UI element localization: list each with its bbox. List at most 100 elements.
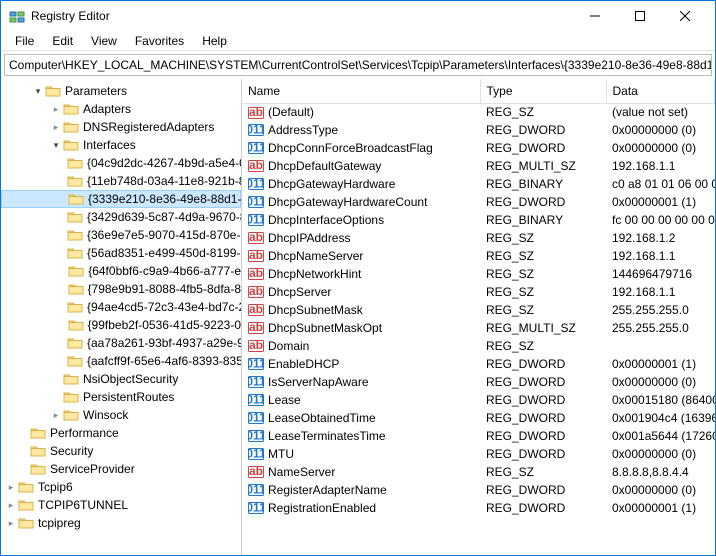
string-value-icon: ab bbox=[248, 339, 264, 353]
tree-item[interactable]: Adapters bbox=[1, 100, 241, 118]
value-type: REG_DWORD bbox=[480, 445, 606, 463]
expand-icon[interactable] bbox=[49, 104, 63, 115]
tree-view[interactable]: ParametersAdaptersDNSRegisteredAdaptersI… bbox=[1, 79, 242, 555]
minimize-button[interactable] bbox=[572, 1, 617, 30]
expand-icon[interactable] bbox=[49, 122, 63, 133]
expand-icon[interactable] bbox=[4, 482, 18, 493]
menu-view[interactable]: View bbox=[83, 32, 125, 50]
value-type: REG_DWORD bbox=[480, 391, 606, 409]
value-data: 192.168.1.1 bbox=[606, 247, 715, 265]
tree-item[interactable]: Security bbox=[1, 442, 241, 460]
value-row[interactable]: 011DhcpInterfaceOptionsREG_BINARYfc 00 0… bbox=[242, 211, 715, 229]
tree-item[interactable]: Winsock bbox=[1, 406, 241, 424]
expand-icon[interactable] bbox=[49, 410, 63, 421]
menu-edit[interactable]: Edit bbox=[44, 32, 81, 50]
tree-horizontal-scrollbar[interactable] bbox=[1, 535, 241, 552]
value-row[interactable]: 011LeaseTerminatesTimeREG_DWORD0x001a564… bbox=[242, 427, 715, 445]
value-row[interactable]: abDhcpIPAddressREG_SZ192.168.1.2 bbox=[242, 229, 715, 247]
value-row[interactable]: 011LeaseObtainedTimeREG_DWORD0x001904c4 … bbox=[242, 409, 715, 427]
expand-icon[interactable] bbox=[4, 500, 18, 511]
tree-item[interactable]: DNSRegisteredAdapters bbox=[1, 118, 241, 136]
tree-item[interactable]: Tcpip6 bbox=[1, 478, 241, 496]
tree-item[interactable]: {04c9d2dc-4267-4b9d-a5e4-0 bbox=[1, 154, 241, 172]
tree-item[interactable]: Interfaces bbox=[1, 136, 241, 154]
value-row[interactable]: abDhcpSubnetMaskREG_SZ255.255.255.0 bbox=[242, 301, 715, 319]
binary-value-icon: 011 bbox=[248, 393, 264, 407]
tree-item[interactable]: {99fbeb2f-0536-41d5-9223-0 bbox=[1, 316, 241, 334]
column-type-header[interactable]: Type bbox=[480, 79, 606, 103]
tree-item[interactable]: {64f0bbf6-c9a9-4b66-a777-e bbox=[1, 262, 241, 280]
menu-favorites[interactable]: Favorites bbox=[127, 32, 192, 50]
value-data: 0x001904c4 (1639620 bbox=[606, 409, 715, 427]
binary-value-icon: 011 bbox=[248, 501, 264, 515]
value-row[interactable]: 011EnableDHCPREG_DWORD0x00000001 (1) bbox=[242, 355, 715, 373]
value-name: DhcpNameServer bbox=[268, 249, 363, 263]
tree-item[interactable]: {36e9e7e5-9070-415d-870e-7 bbox=[1, 226, 241, 244]
column-data-header[interactable]: Data bbox=[606, 79, 715, 103]
folder-icon bbox=[18, 498, 34, 512]
tree-item[interactable]: NsiObjectSecurity bbox=[1, 370, 241, 388]
value-row[interactable]: abDhcpNameServerREG_SZ192.168.1.1 bbox=[242, 247, 715, 265]
close-button[interactable] bbox=[662, 1, 707, 30]
value-row[interactable]: 011RegistrationEnabledREG_DWORD0x0000000… bbox=[242, 499, 715, 517]
tree-item[interactable]: {aa78a261-93bf-4937-a29e-9 bbox=[1, 334, 241, 352]
tree-item[interactable]: Parameters bbox=[1, 82, 241, 100]
tree-item[interactable]: {aafcff9f-65e6-4af6-8393-835 bbox=[1, 352, 241, 370]
expand-icon[interactable] bbox=[4, 518, 18, 529]
value-row[interactable]: 011IsServerNapAwareREG_DWORD0x00000000 (… bbox=[242, 373, 715, 391]
folder-icon bbox=[18, 516, 34, 530]
value-type: REG_MULTI_SZ bbox=[480, 157, 606, 175]
folder-icon bbox=[63, 390, 79, 404]
value-data: fc 00 00 00 00 00 00 0 bbox=[606, 211, 715, 229]
maximize-button[interactable] bbox=[617, 1, 662, 30]
value-list[interactable]: Name Type Data ab(Default)REG_SZ(value n… bbox=[242, 79, 715, 555]
string-value-icon: ab bbox=[248, 267, 264, 281]
value-row[interactable]: abNameServerREG_SZ8.8.8.8,8.8.4.4 bbox=[242, 463, 715, 481]
tree-item[interactable]: TCPIP6TUNNEL bbox=[1, 496, 241, 514]
value-data: 144696479716 bbox=[606, 265, 715, 283]
tree-item[interactable]: ServiceProvider bbox=[1, 460, 241, 478]
binary-value-icon: 011 bbox=[248, 429, 264, 443]
value-row[interactable]: 011DhcpGatewayHardwareCountREG_DWORD0x00… bbox=[242, 193, 715, 211]
menu-help[interactable]: Help bbox=[194, 32, 235, 50]
tree-item-label: {99fbeb2f-0536-41d5-9223-0 bbox=[88, 318, 241, 332]
tree-item-label: Winsock bbox=[83, 408, 128, 422]
tree-item[interactable]: {3429d639-5c87-4d9a-9670-8 bbox=[1, 208, 241, 226]
value-row[interactable]: abDhcpSubnetMaskOptREG_MULTI_SZ255.255.2… bbox=[242, 319, 715, 337]
registry-editor-icon bbox=[9, 8, 25, 24]
tree-item[interactable]: {11eb748d-03a4-11e8-921b-8 bbox=[1, 172, 241, 190]
value-name: DhcpSubnetMaskOpt bbox=[268, 321, 382, 335]
expand-icon[interactable] bbox=[31, 86, 45, 97]
value-row[interactable]: abDomainREG_SZ bbox=[242, 337, 715, 355]
value-type: REG_SZ bbox=[480, 103, 606, 121]
tree-item-label: NsiObjectSecurity bbox=[83, 372, 178, 386]
value-row[interactable]: 011AddressTypeREG_DWORD0x00000000 (0) bbox=[242, 121, 715, 139]
tree-item[interactable]: {56ad8351-e499-450d-8199-b bbox=[1, 244, 241, 262]
value-row[interactable]: 011MTUREG_DWORD0x00000000 (0) bbox=[242, 445, 715, 463]
menu-file[interactable]: File bbox=[7, 32, 42, 50]
tree-item[interactable]: {798e9b91-8088-4fb5-8dfa-8 bbox=[1, 280, 241, 298]
column-name-header[interactable]: Name bbox=[242, 79, 480, 103]
value-row[interactable]: 011LeaseREG_DWORD0x00015180 (86400) bbox=[242, 391, 715, 409]
value-row[interactable]: 011RegisterAdapterNameREG_DWORD0x0000000… bbox=[242, 481, 715, 499]
value-row[interactable]: 011DhcpGatewayHardwareREG_BINARYc0 a8 01… bbox=[242, 175, 715, 193]
value-type: REG_DWORD bbox=[480, 193, 606, 211]
value-row[interactable]: ab(Default)REG_SZ(value not set) bbox=[242, 103, 715, 121]
tree-item[interactable]: PersistentRoutes bbox=[1, 388, 241, 406]
tree-item[interactable]: Performance bbox=[1, 424, 241, 442]
tree-item[interactable]: tcpipreg bbox=[1, 514, 241, 532]
value-row[interactable]: abDhcpDefaultGatewayREG_MULTI_SZ192.168.… bbox=[242, 157, 715, 175]
address-bar[interactable]: Computer\HKEY_LOCAL_MACHINE\SYSTEM\Curre… bbox=[4, 54, 712, 76]
value-row[interactable]: abDhcpNetworkHintREG_SZ144696479716 bbox=[242, 265, 715, 283]
value-type: REG_SZ bbox=[480, 463, 606, 481]
expand-icon[interactable] bbox=[49, 140, 63, 151]
value-row[interactable]: abDhcpServerREG_SZ192.168.1.1 bbox=[242, 283, 715, 301]
tree-item[interactable]: {3339e210-8e36-49e8-88d1-e bbox=[1, 190, 241, 208]
tree-item[interactable]: {94ae4cd5-72c3-43e4-bd7c-2 bbox=[1, 298, 241, 316]
tree-item-label: {3339e210-8e36-49e8-88d1-e bbox=[88, 192, 241, 206]
tree-item-label: {aa78a261-93bf-4937-a29e-9 bbox=[87, 336, 241, 350]
value-type: REG_DWORD bbox=[480, 139, 606, 157]
value-row[interactable]: 011DhcpConnForceBroadcastFlagREG_DWORD0x… bbox=[242, 139, 715, 157]
value-data: 8.8.8.8,8.8.4.4 bbox=[606, 463, 715, 481]
folder-icon bbox=[67, 246, 83, 260]
